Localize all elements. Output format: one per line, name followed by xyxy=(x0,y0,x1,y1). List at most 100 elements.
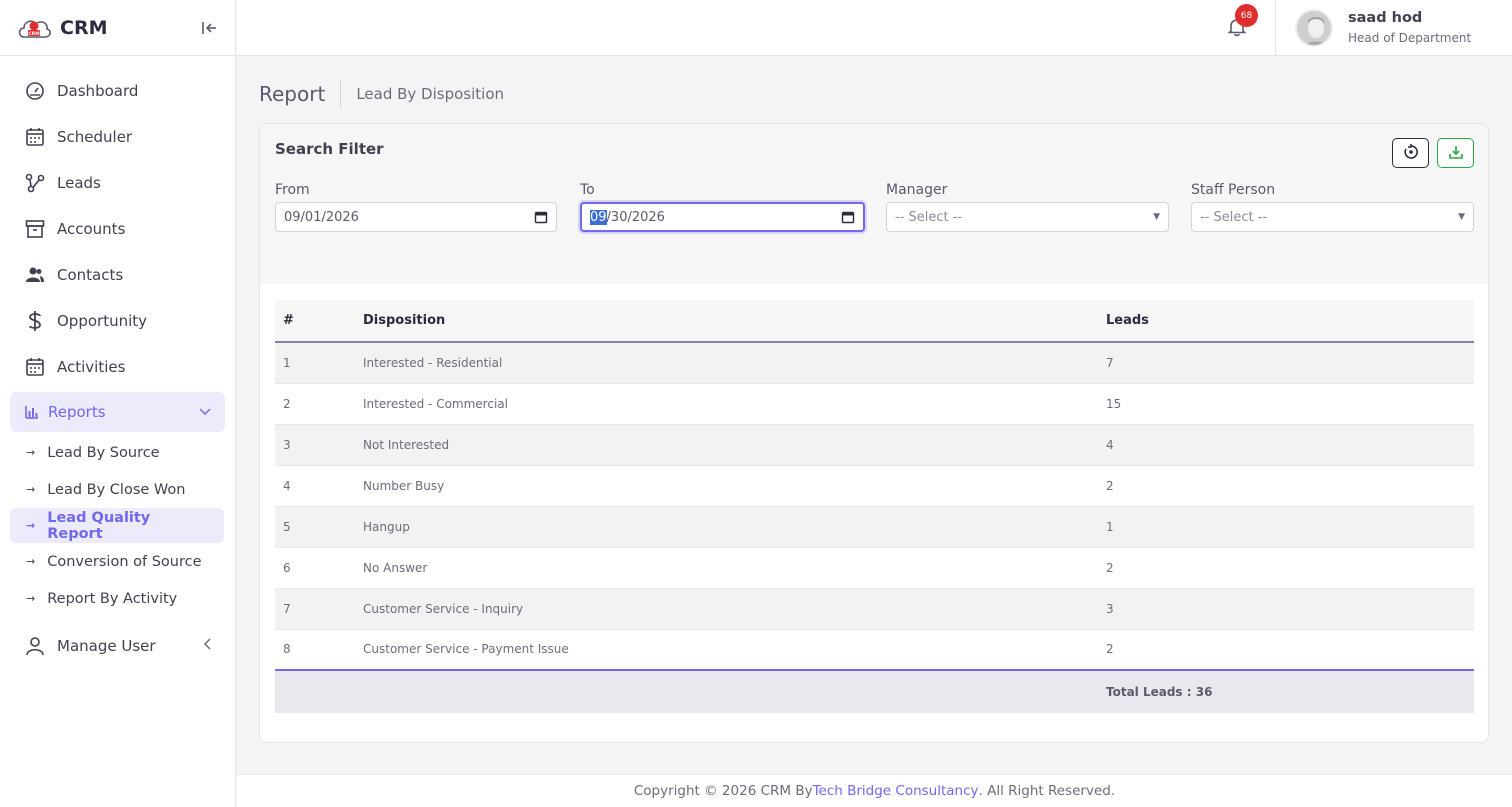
arrow-right-icon: → xyxy=(26,555,36,568)
company-link[interactable]: Tech Bridge Consultancy xyxy=(813,783,979,799)
breadcrumb: Report Lead By Disposition xyxy=(259,79,504,109)
sidebar-item-label: Opportunity xyxy=(57,312,148,330)
sidebar-item-accounts[interactable]: Accounts xyxy=(0,206,235,252)
disposition-table: # Disposition Leads 1 Interested - Resid… xyxy=(275,300,1474,713)
chevron-down-icon xyxy=(199,405,211,420)
page-title: Report xyxy=(259,82,326,106)
report-card: Search Filter From 09/01/2026 To 09/30/2… xyxy=(259,123,1489,743)
sidebar-item-label: Scheduler xyxy=(57,128,133,146)
sidebar-item-leads[interactable]: Leads xyxy=(0,160,235,206)
sidebar-item-label: Accounts xyxy=(57,220,126,238)
sidebar-subitem-lead-by-source[interactable]: → Lead By Source xyxy=(0,434,235,471)
arrow-right-icon: → xyxy=(26,446,36,459)
sidebar-subitem-label: Conversion of Source xyxy=(47,553,202,570)
cell-empty xyxy=(275,670,355,713)
table-total-row: Total Leads : 36 xyxy=(275,670,1474,713)
calendar-icon xyxy=(24,356,46,378)
table-row: 4 Number Busy 2 xyxy=(275,465,1474,506)
cell-disposition: Customer Service - Payment Issue xyxy=(363,642,569,657)
sidebar-subitem-label: Lead By Source xyxy=(47,444,160,461)
cell-disposition: Customer Service - Inquiry xyxy=(363,601,524,616)
sidebar-subitem-lead-quality-report[interactable]: → Lead Quality Report xyxy=(10,508,224,543)
sidebar-subitem-conversion-of-source[interactable]: → Conversion of Source xyxy=(0,543,235,580)
cell-leads: 2 xyxy=(1106,478,1114,493)
collapse-sidebar-icon[interactable] xyxy=(199,18,219,38)
svg-text:CRM: CRM xyxy=(28,31,40,37)
cell-empty xyxy=(355,670,1098,713)
staff-person-select[interactable]: -- Select -- ▼ xyxy=(1191,202,1474,232)
to-date-value: 09/30/2026 xyxy=(590,209,665,225)
sidebar-item-scheduler[interactable]: Scheduler xyxy=(0,114,235,160)
table-row: 2 Interested - Commercial 15 xyxy=(275,383,1474,424)
manager-select[interactable]: -- Select -- ▼ xyxy=(886,202,1169,232)
user-icon xyxy=(24,635,46,657)
table-body: 1 Interested - Residential 7 2 Intereste… xyxy=(275,342,1474,670)
sidebar: CRM CRM Dashboard Scheduler Leads Accoun… xyxy=(0,0,236,807)
sidebar-item-label: Activities xyxy=(57,358,126,376)
staff-person-select-value: -- Select -- xyxy=(1200,209,1268,225)
sidebar-item-reports[interactable]: Reports xyxy=(10,392,225,432)
from-label: From xyxy=(275,182,310,198)
cell-number: 6 xyxy=(283,560,291,575)
user-name[interactable]: saad hod xyxy=(1348,10,1422,26)
sidebar-subitem-report-by-activity[interactable]: → Report By Activity xyxy=(0,580,235,617)
users-icon xyxy=(24,264,46,286)
brand-name: CRM xyxy=(60,16,108,39)
reset-icon xyxy=(1403,143,1419,163)
sidebar-item-manage-user[interactable]: Manage User xyxy=(0,623,235,669)
cell-number: 1 xyxy=(283,355,291,370)
cell-disposition: Not Interested xyxy=(363,437,450,452)
to-label: To xyxy=(580,182,595,198)
column-header-leads: Leads xyxy=(1106,313,1149,328)
reset-filter-button[interactable] xyxy=(1392,138,1429,168)
breadcrumb-divider xyxy=(340,80,342,108)
filter-title: Search Filter xyxy=(275,140,384,158)
sidebar-item-activities[interactable]: Activities xyxy=(0,344,235,390)
arrow-right-icon: → xyxy=(26,519,36,532)
dollar-icon xyxy=(24,310,46,332)
search-filter-panel: Search Filter From 09/01/2026 To 09/30/2… xyxy=(260,124,1488,284)
cell-leads: 15 xyxy=(1106,396,1122,411)
bar-chart-icon xyxy=(24,401,40,423)
calendar-icon[interactable] xyxy=(841,210,855,224)
table-row: 5 Hangup 1 xyxy=(275,506,1474,547)
sidebar-item-label: Reports xyxy=(48,403,106,421)
total-leads: Total Leads : 36 xyxy=(1106,685,1213,699)
calendar-icon[interactable] xyxy=(534,210,548,224)
page-subtitle: Lead By Disposition xyxy=(356,85,504,103)
to-date-rest: /30/2026 xyxy=(606,209,665,225)
sidebar-item-opportunity[interactable]: Opportunity xyxy=(0,298,235,344)
share-nodes-icon xyxy=(24,172,46,194)
download-icon xyxy=(1448,144,1464,163)
arrow-right-icon: → xyxy=(26,592,36,605)
disposition-table-wrapper: # Disposition Leads 1 Interested - Resid… xyxy=(275,300,1474,713)
cell-number: 3 xyxy=(283,437,291,452)
crm-logo-icon[interactable]: CRM xyxy=(16,13,52,43)
table-row: 1 Interested - Residential 7 xyxy=(275,342,1474,383)
sidebar-item-label: Contacts xyxy=(57,266,124,284)
sidebar-item-dashboard[interactable]: Dashboard xyxy=(0,68,235,114)
manager-label: Manager xyxy=(886,182,948,198)
brand-header: CRM CRM xyxy=(0,0,235,56)
to-date-selected-segment: 09 xyxy=(590,209,607,225)
table-row: 3 Not Interested 4 xyxy=(275,424,1474,465)
export-button[interactable] xyxy=(1437,138,1474,168)
to-date-field[interactable]: 09/30/2026 xyxy=(580,202,865,232)
archive-box-icon xyxy=(24,218,46,240)
sidebar-subitem-lead-by-close-won[interactable]: → Lead By Close Won xyxy=(0,471,235,508)
arrow-right-icon: → xyxy=(26,483,36,496)
cell-leads: 1 xyxy=(1106,519,1114,534)
copyright-prefix: Copyright © 2026 CRM By xyxy=(633,783,813,799)
table-row: 7 Customer Service - Inquiry 3 xyxy=(275,588,1474,629)
staff-person-label: Staff Person xyxy=(1191,182,1276,198)
notification-count-badge: 68 xyxy=(1235,4,1258,27)
sidebar-subitem-label: Lead Quality Report xyxy=(47,509,151,542)
cell-number: 5 xyxy=(283,519,291,534)
calendar-icon xyxy=(24,126,46,148)
sidebar-item-contacts[interactable]: Contacts xyxy=(0,252,235,298)
avatar[interactable] xyxy=(1295,9,1333,47)
sidebar-item-label: Leads xyxy=(57,174,101,192)
cell-disposition: No Answer xyxy=(363,560,428,575)
gauge-icon xyxy=(24,80,46,102)
from-date-field[interactable]: 09/01/2026 xyxy=(275,202,557,232)
